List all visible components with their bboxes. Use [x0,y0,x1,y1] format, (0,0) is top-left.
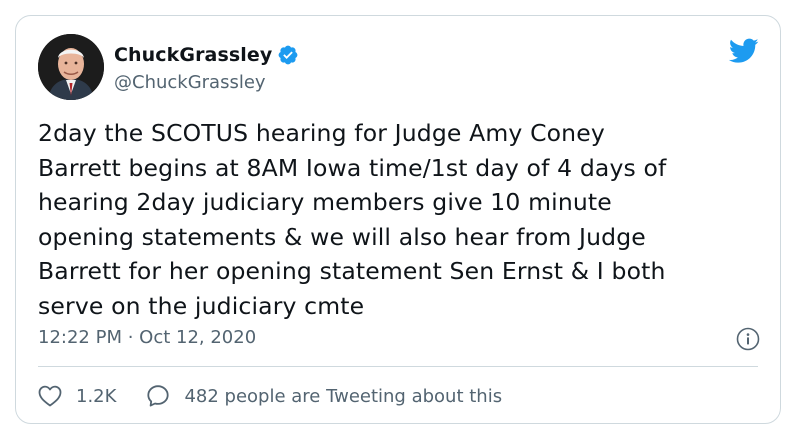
author-name[interactable]: ChuckGrassley [114,44,272,66]
tweet-text: 2day the SCOTUS hearing for Judge Amy Co… [38,119,667,320]
author-name-row: ChuckGrassley [114,42,299,68]
conversation-link[interactable]: 482 people are Tweeting about this [146,384,502,408]
tweet-actions: 1.2K 482 people are Tweeting about this [38,384,502,408]
speech-bubble-icon [147,385,170,407]
verified-badge-icon [277,44,299,66]
tweet-card[interactable]: ChuckGrassley @ChuckGrassley 2day the SC… [15,15,781,424]
tweet-timestamp[interactable]: 12:22 PM · Oct 12, 2020 [38,327,256,348]
info-icon[interactable] [736,327,760,351]
like-count: 1.2K [76,385,117,407]
avatar[interactable] [38,34,104,100]
like-button[interactable]: 1.2K [38,385,116,407]
avatar-photo [38,34,104,100]
author-block: ChuckGrassley @ChuckGrassley [114,42,299,93]
heart-icon [38,385,62,407]
divider [38,366,758,367]
twitter-bird-icon[interactable] [728,38,759,64]
author-handle[interactable]: @ChuckGrassley [114,72,299,93]
conversation-label: 482 people are Tweeting about this [184,385,503,407]
